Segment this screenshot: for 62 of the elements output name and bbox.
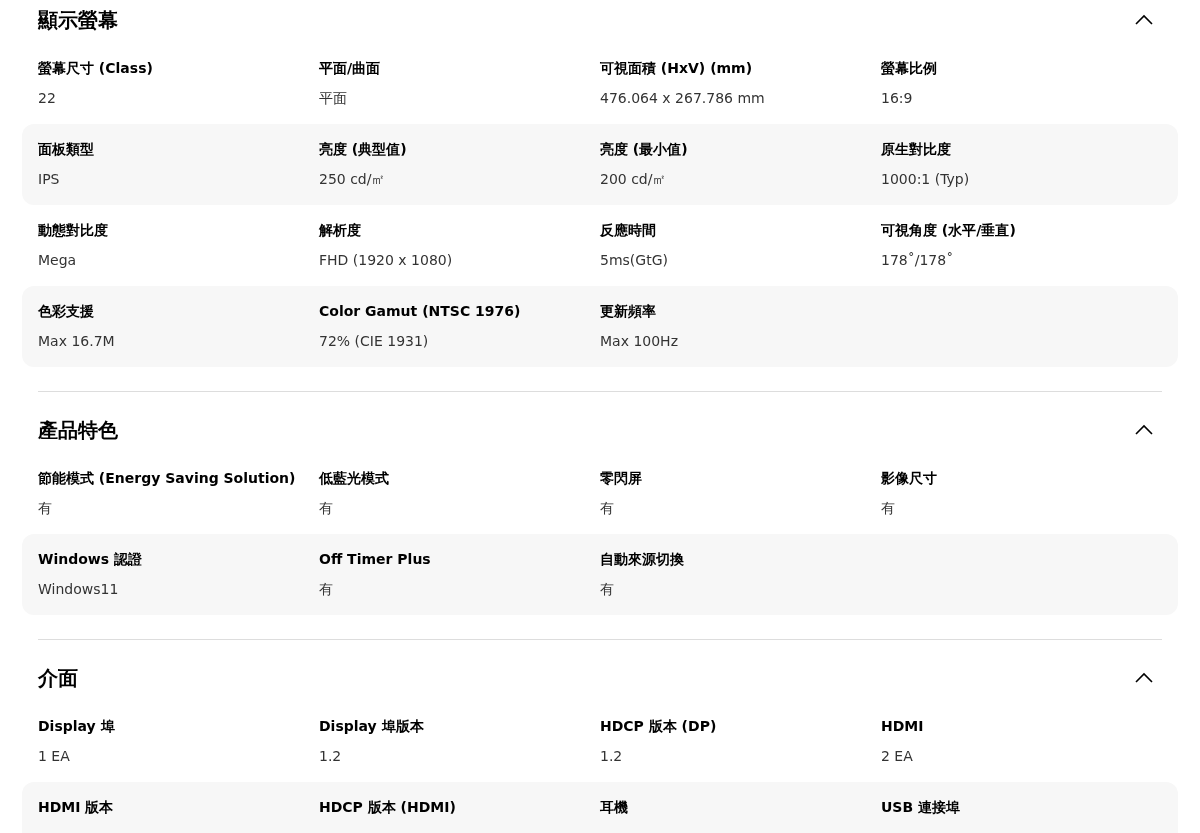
spec-value: 476.064 x 267.786 mm xyxy=(600,89,766,108)
spec-label: Color Gamut (NTSC 1976) xyxy=(319,302,522,321)
spec-label: 節能模式 (Energy Saving Solution) xyxy=(38,469,297,488)
spec-label: HDCP 版本 (DP) xyxy=(600,717,718,736)
spec-label: Display 埠 xyxy=(38,717,116,736)
chevron-up-icon[interactable] xyxy=(1134,424,1154,436)
spec-value: 有 xyxy=(600,499,615,518)
spec-value: 2 EA xyxy=(881,747,914,766)
spec-value: 1000:1 (Typ) xyxy=(881,170,971,189)
spec-value: 有 xyxy=(881,499,896,518)
spec-value: 178˚/178˚ xyxy=(881,251,955,270)
spec-label: 可視面積 (HxV) (mm) xyxy=(600,59,754,78)
spec-value: 16:9 xyxy=(881,89,914,108)
spec-label: 亮度 (典型值) xyxy=(319,140,408,159)
chevron-up-icon[interactable] xyxy=(1134,14,1154,26)
spec-label: 影像尺寸 xyxy=(881,469,938,488)
spec-value: IPS xyxy=(38,170,61,189)
spec-label: USB 連接埠 xyxy=(881,798,961,817)
spec-label: Display 埠版本 xyxy=(319,717,425,736)
spec-value: Windows11 xyxy=(38,580,120,599)
spec-label: 可視角度 (水平/垂直) xyxy=(881,221,1017,240)
spec-value: 有 xyxy=(319,499,334,518)
spec-value: 1.2 xyxy=(319,747,343,766)
section-title: 介面 xyxy=(38,665,78,692)
spec-label: HDCP 版本 (HDMI) xyxy=(319,798,457,817)
spec-label: 原生對比度 xyxy=(881,140,952,159)
spec-value: Max 100Hz xyxy=(600,332,679,351)
spec-value: 200 cd/㎡ xyxy=(600,170,668,189)
spec-label: 平面/曲面 xyxy=(319,59,382,78)
section-title: 產品特色 xyxy=(38,417,118,444)
spec-value: 有 xyxy=(38,499,53,518)
spec-label: HDMI 版本 xyxy=(38,798,115,817)
spec-value: 有 xyxy=(600,580,615,599)
section-title: 顯示螢幕 xyxy=(38,7,118,34)
spec-value: Max 16.7M xyxy=(38,332,116,351)
spec-value: 平面 xyxy=(319,89,348,108)
spec-value: FHD (1920 x 1080) xyxy=(319,251,454,270)
spec-label: 面板類型 xyxy=(38,140,95,159)
spec-label: 更新頻率 xyxy=(600,302,657,321)
spec-label: 自動來源切換 xyxy=(600,550,685,569)
spec-label: 螢幕比例 xyxy=(881,59,938,78)
spec-label: 解析度 xyxy=(319,221,362,240)
spec-label: Off Timer Plus xyxy=(319,550,432,569)
spec-label: Windows 認證 xyxy=(38,550,143,569)
spec-label: 動態對比度 xyxy=(38,221,109,240)
spec-value: 250 cd/㎡ xyxy=(319,170,387,189)
spec-label: 反應時間 xyxy=(600,221,657,240)
spec-label: 亮度 (最小值) xyxy=(600,140,689,159)
spec-label: HDMI xyxy=(881,717,925,736)
spec-value: 72% (CIE 1931) xyxy=(319,332,430,351)
spec-label: 色彩支援 xyxy=(38,302,95,321)
spec-label: 耳機 xyxy=(600,798,629,817)
spec-label: 低藍光模式 xyxy=(319,469,390,488)
spec-value: 5ms(GtG) xyxy=(600,251,669,270)
spec-label: 螢幕尺寸 (Class) xyxy=(38,59,154,78)
spec-value: 1.2 xyxy=(600,747,624,766)
spec-value: 22 xyxy=(38,89,57,108)
spec-value: 1 EA xyxy=(38,747,71,766)
spec-value: Mega xyxy=(38,251,78,270)
spec-label: 零閃屏 xyxy=(600,469,643,488)
spec-value: 有 xyxy=(319,580,334,599)
chevron-up-icon[interactable] xyxy=(1134,672,1154,684)
